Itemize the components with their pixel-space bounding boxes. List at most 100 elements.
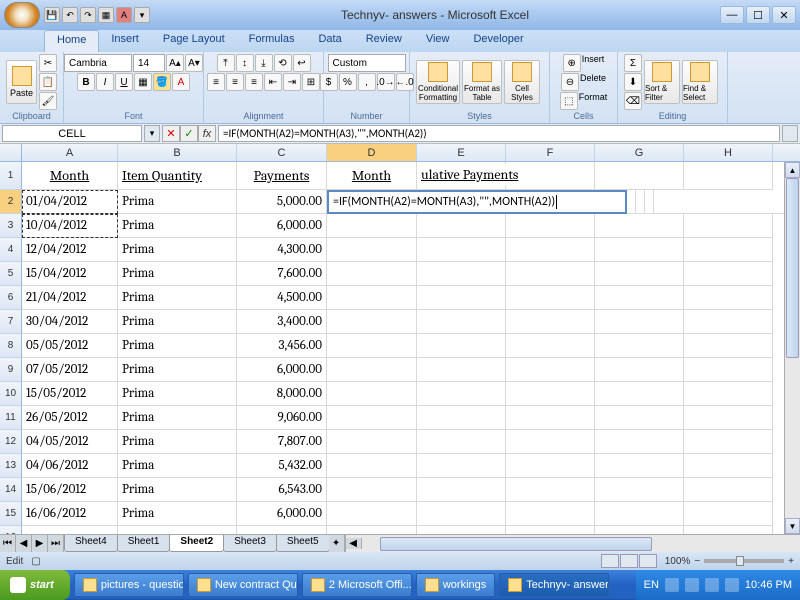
cell[interactable]	[327, 286, 417, 310]
shrink-font-icon[interactable]: A▾	[185, 54, 203, 72]
cell[interactable]: 21/04/2012	[22, 286, 118, 310]
find-select-button[interactable]: Find & Select	[682, 60, 718, 104]
cell[interactable]: 3,456.00	[237, 334, 327, 358]
cell[interactable]	[417, 478, 506, 502]
redo-icon[interactable]: ↷	[80, 7, 96, 23]
cell[interactable]	[417, 310, 506, 334]
cell[interactable]: Prima	[118, 502, 237, 526]
sheet-tab[interactable]: Sheet1	[117, 535, 171, 552]
cell[interactable]	[595, 526, 684, 534]
cell[interactable]	[327, 454, 417, 478]
cell[interactable]	[327, 262, 417, 286]
cell[interactable]: 4,500.00	[237, 286, 327, 310]
cell[interactable]	[417, 502, 506, 526]
volume-icon[interactable]	[705, 578, 719, 592]
align-middle-icon[interactable]: ↕	[236, 54, 254, 72]
cell[interactable]	[684, 286, 773, 310]
row-header[interactable]: 15	[0, 502, 22, 526]
cell[interactable]: 8,000.00	[237, 382, 327, 406]
align-bottom-icon[interactable]: ⤓	[255, 54, 273, 72]
conditional-formatting-button[interactable]: Conditional Formatting	[416, 60, 460, 104]
tab-home[interactable]: Home	[44, 30, 99, 52]
cell[interactable]	[417, 454, 506, 478]
cell[interactable]: 26/05/2012	[22, 406, 118, 430]
format-cell-icon[interactable]: ⬚	[560, 92, 578, 110]
cell[interactable]	[506, 286, 595, 310]
cell[interactable]	[684, 310, 773, 334]
format-as-table-button[interactable]: Format as Table	[462, 60, 502, 104]
start-button[interactable]: start	[0, 570, 70, 600]
sheet-tab[interactable]: Sheet5	[276, 535, 330, 552]
sheet-nav-last-icon[interactable]: ⏭	[48, 535, 64, 552]
cell[interactable]	[684, 526, 773, 534]
column-header[interactable]: B	[118, 144, 237, 161]
cell[interactable]	[417, 382, 506, 406]
cell[interactable]	[506, 382, 595, 406]
cell[interactable]	[595, 310, 684, 334]
cell[interactable]: Month	[327, 162, 417, 190]
row-header[interactable]: 11	[0, 406, 22, 430]
cell[interactable]	[417, 262, 506, 286]
border-icon[interactable]: ▦	[134, 73, 152, 91]
cell[interactable]	[417, 430, 506, 454]
scroll-down-icon[interactable]: ▼	[785, 518, 800, 534]
cell[interactable]: 6,000.00	[237, 358, 327, 382]
cell[interactable]	[595, 358, 684, 382]
row-header[interactable]: 16	[0, 526, 22, 534]
increase-decimal-icon[interactable]: .0→	[377, 73, 395, 91]
name-box-dropdown-icon[interactable]: ▾	[144, 125, 160, 142]
cell[interactable]	[684, 162, 773, 190]
cell[interactable]	[506, 478, 595, 502]
row-header[interactable]: 3	[0, 214, 22, 238]
align-right-icon[interactable]: ≡	[245, 73, 263, 91]
paste-button[interactable]: Paste	[6, 60, 37, 104]
expand-formula-bar-icon[interactable]	[782, 125, 798, 142]
cell[interactable]	[684, 238, 773, 262]
clock[interactable]: 10:46 PM	[745, 579, 792, 591]
cell[interactable]	[417, 334, 506, 358]
column-header[interactable]: F	[506, 144, 595, 161]
cell[interactable]	[595, 430, 684, 454]
zoom-in-icon[interactable]: +	[788, 556, 794, 567]
cell[interactable]	[595, 382, 684, 406]
cell[interactable]: Prima	[118, 382, 237, 406]
cell[interactable]	[595, 238, 684, 262]
cell[interactable]	[684, 454, 773, 478]
delete-cell-icon[interactable]: ⊖	[561, 73, 579, 91]
cell[interactable]	[506, 526, 595, 534]
cut-icon[interactable]: ✂	[39, 54, 57, 72]
cell[interactable]	[327, 238, 417, 262]
cell[interactable]	[327, 310, 417, 334]
office-button[interactable]	[4, 2, 40, 28]
row-header[interactable]: 4	[0, 238, 22, 262]
cell[interactable]	[684, 406, 773, 430]
underline-icon[interactable]: U	[115, 73, 133, 91]
number-format-select[interactable]	[328, 54, 406, 72]
cell[interactable]: 5,000.00	[237, 190, 327, 214]
cell[interactable]: Prima	[118, 454, 237, 478]
row-header[interactable]: 10	[0, 382, 22, 406]
cell-styles-button[interactable]: Cell Styles	[504, 60, 540, 104]
cell[interactable]	[237, 526, 327, 534]
tab-insert[interactable]: Insert	[99, 30, 151, 52]
tab-view[interactable]: View	[414, 30, 462, 52]
vertical-scrollbar[interactable]: ▲ ▼	[784, 162, 800, 534]
copy-icon[interactable]: 📋	[39, 73, 57, 91]
close-button[interactable]: ✕	[772, 6, 796, 24]
cell[interactable]: 04/05/2012	[22, 430, 118, 454]
cell[interactable]: 6,000.00	[237, 214, 327, 238]
column-header[interactable]: G	[595, 144, 684, 161]
row-header[interactable]: 1	[0, 162, 22, 190]
sheet-tab[interactable]: Sheet4	[64, 535, 118, 552]
cell[interactable]: 6,000.00	[237, 502, 327, 526]
scroll-left-icon[interactable]: ◀	[346, 538, 362, 549]
cell[interactable]: Prima	[118, 334, 237, 358]
indent-decrease-icon[interactable]: ⇤	[264, 73, 282, 91]
cell[interactable]: 12/04/2012	[22, 238, 118, 262]
cell[interactable]: Prima	[118, 430, 237, 454]
worksheet-grid[interactable]: A B C D E F G H 1 Month Item Quantity Pa…	[0, 144, 800, 534]
taskbar-button[interactable]: workings	[416, 573, 495, 597]
cell[interactable]: Prima	[118, 358, 237, 382]
cell[interactable]: Prima	[118, 238, 237, 262]
tab-review[interactable]: Review	[354, 30, 414, 52]
